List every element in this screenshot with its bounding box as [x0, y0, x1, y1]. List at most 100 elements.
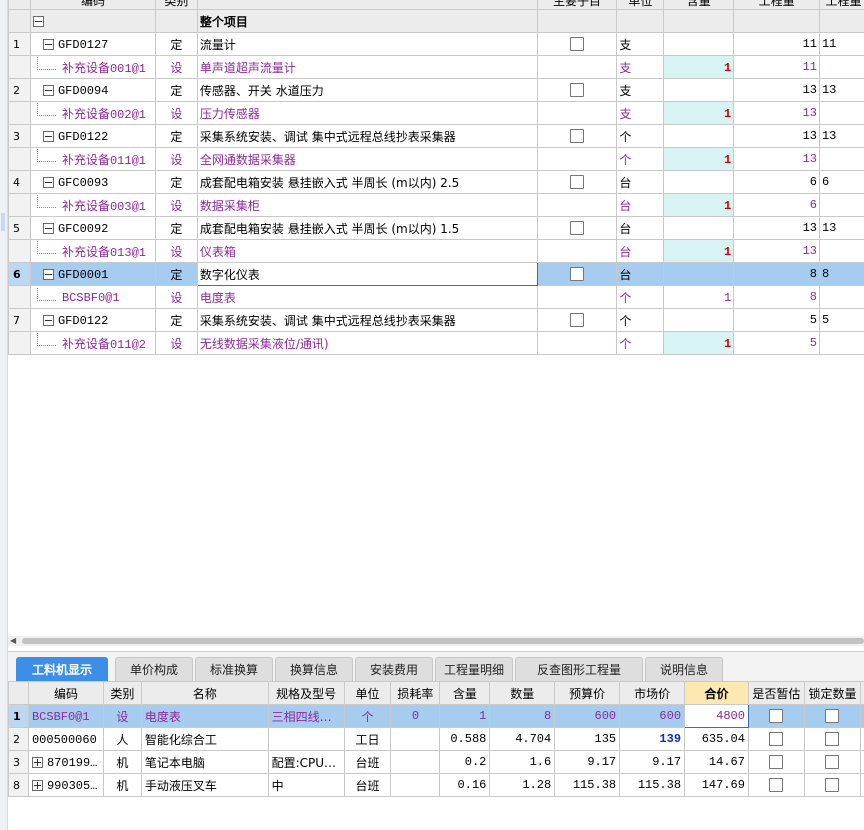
name-cell[interactable]: 压力传感器: [196, 101, 538, 125]
estimate-checkbox[interactable]: [769, 778, 784, 793]
bottom-col-header[interactable]: 含量: [439, 681, 491, 705]
tab-2[interactable]: 标准换算: [195, 657, 273, 682]
qty-cell[interactable]: 1: [663, 101, 735, 125]
bottom-col-header[interactable]: 损耗率: [390, 681, 441, 705]
unit-cell[interactable]: 台: [616, 239, 665, 263]
collapse-icon[interactable]: [42, 38, 54, 50]
code-cell[interactable]: GFD0094: [29, 78, 156, 102]
amount-cell[interactable]: 8: [733, 262, 820, 286]
unit-cell[interactable]: 台: [616, 262, 665, 286]
collapse-icon[interactable]: [42, 268, 54, 280]
type-cell[interactable]: 定: [154, 170, 198, 194]
amount2-cell[interactable]: 5: [818, 308, 864, 332]
resource-name[interactable]: 手动液压叉车: [140, 773, 269, 797]
resource-budget-price[interactable]: 600: [554, 704, 621, 728]
row-number[interactable]: 7: [8, 308, 31, 332]
col-header-qty[interactable]: 含量: [663, 0, 735, 10]
unit-cell[interactable]: 支: [616, 32, 665, 56]
amount2-cell[interactable]: [818, 331, 864, 355]
sub-item-row[interactable]: 补充设备011@1 设全网通数据采集器 个 1 13: [8, 147, 864, 171]
resource-name[interactable]: 电度表: [140, 704, 269, 728]
lock-qty-checkbox[interactable]: [825, 778, 840, 793]
unit-cell[interactable]: 支: [616, 101, 665, 125]
code-cell[interactable]: 补充设备011@1: [29, 147, 156, 171]
resource-budget-price[interactable]: 135: [554, 727, 621, 751]
resource-total[interactable]: 4800: [684, 704, 749, 728]
item-row[interactable]: 1 GFD0127 定流量计 支 11 11: [8, 32, 864, 56]
type-cell[interactable]: 设: [154, 193, 198, 217]
resource-spec[interactable]: [267, 727, 345, 751]
resource-count[interactable]: 8: [489, 704, 556, 728]
sub-item-row[interactable]: 补充设备003@1 设数据采集柜 台 1 6: [8, 193, 864, 217]
code-cell[interactable]: BCSBF0@1: [29, 285, 156, 309]
main-item-cell[interactable]: [536, 331, 618, 355]
sub-item-row[interactable]: 补充设备011@2 设无线数据采集液位/通讯) 个 1 5: [8, 331, 864, 355]
item-row[interactable]: 3 GFD0122 定采集系统安装、调试 集中式远程总线抄表采集器 个 13 13: [8, 124, 864, 148]
resource-qty[interactable]: 0.2: [439, 750, 491, 774]
code-cell[interactable]: 补充设备003@1: [29, 193, 156, 217]
qty-cell[interactable]: 1: [663, 285, 735, 309]
qty-cell[interactable]: [663, 32, 735, 56]
resource-count[interactable]: 1.28: [489, 773, 556, 797]
col-header-amount[interactable]: 工程量: [733, 0, 820, 10]
estimate-cell[interactable]: [747, 750, 805, 774]
row-number[interactable]: [8, 101, 31, 125]
name-cell[interactable]: 仪表箱: [196, 239, 538, 263]
amount-cell[interactable]: 6: [733, 170, 820, 194]
item-row[interactable]: 6 GFD0001 定数字化仪表 台 8 8: [8, 262, 864, 286]
unit-cell[interactable]: 个: [616, 308, 665, 332]
bottom-col-header[interactable]: 规格及型号: [267, 681, 345, 705]
name-cell[interactable]: 采集系统安装、调试 集中式远程总线抄表采集器: [196, 124, 538, 148]
amount-cell[interactable]: 11: [733, 55, 820, 79]
tab-4[interactable]: 安装费用: [355, 657, 433, 682]
main-item-cell[interactable]: [536, 216, 618, 240]
amount-cell[interactable]: 5: [733, 308, 820, 332]
lock-qty-checkbox[interactable]: [825, 709, 840, 724]
resource-code-cell[interactable]: 870199…: [27, 750, 104, 774]
qty-cell[interactable]: [663, 78, 735, 102]
type-cell[interactable]: 定: [154, 216, 198, 240]
expand-icon[interactable]: [31, 756, 43, 768]
resource-code-cell[interactable]: 990305…: [27, 773, 104, 797]
name-cell[interactable]: 成套配电箱安装 悬挂嵌入式 半周长 (m以内) 2.5: [196, 170, 538, 194]
resource-market-price[interactable]: 115.38: [619, 773, 686, 797]
amount2-cell[interactable]: [818, 193, 864, 217]
resource-name[interactable]: 笔记本电脑: [140, 750, 269, 774]
col-header-type[interactable]: 类别: [154, 0, 198, 10]
main-item-cell[interactable]: [536, 78, 618, 102]
resource-row[interactable]: 1 BCSBF0@1 设电度表 三相四线… 个 0 1 8 600 600 4800: [8, 704, 864, 728]
type-cell[interactable]: 定: [154, 32, 198, 56]
root-row[interactable]: 整个项目: [8, 9, 864, 33]
row-number[interactable]: [8, 147, 31, 171]
col-header-amount2[interactable]: 工程量: [818, 0, 864, 10]
amount2-cell[interactable]: 6: [818, 170, 864, 194]
name-cell[interactable]: 流量计: [196, 32, 538, 56]
scrollbar-thumb[interactable]: [22, 638, 864, 644]
row-number[interactable]: 3: [8, 124, 31, 148]
resource-name[interactable]: 智能化综合工: [140, 727, 269, 751]
main-item-checkbox[interactable]: [569, 129, 584, 144]
collapse-icon[interactable]: [42, 314, 54, 326]
row-number[interactable]: [8, 239, 31, 263]
resource-total[interactable]: 14.67: [684, 750, 749, 774]
tab-5[interactable]: 工程量明细: [435, 657, 513, 682]
resource-qty[interactable]: 1: [439, 704, 491, 728]
code-cell[interactable]: 补充设备002@1: [29, 101, 156, 125]
collapse-icon[interactable]: [42, 130, 54, 142]
unit-cell[interactable]: 台: [616, 216, 665, 240]
estimate-cell[interactable]: [747, 704, 805, 728]
resource-budget-price[interactable]: 9.17: [554, 750, 621, 774]
row-number[interactable]: [8, 331, 31, 355]
bottom-col-header[interactable]: 数量: [489, 681, 556, 705]
tab-1[interactable]: 单价构成: [115, 657, 193, 682]
unit-cell[interactable]: 台: [616, 170, 665, 194]
row-number[interactable]: 4: [8, 170, 31, 194]
resource-loss[interactable]: 0: [390, 704, 441, 728]
row-number[interactable]: 6: [8, 262, 31, 286]
unit-cell[interactable]: 台: [616, 193, 665, 217]
estimate-cell[interactable]: [747, 773, 805, 797]
item-row[interactable]: 5 GFC0092 定成套配电箱安装 悬挂嵌入式 半周长 (m以内) 1.5 台 13 1…: [8, 216, 864, 240]
bottom-col-header[interactable]: 预算价: [554, 681, 621, 705]
main-item-cell[interactable]: [536, 285, 618, 309]
bottom-col-header[interactable]: 单位: [343, 681, 392, 705]
